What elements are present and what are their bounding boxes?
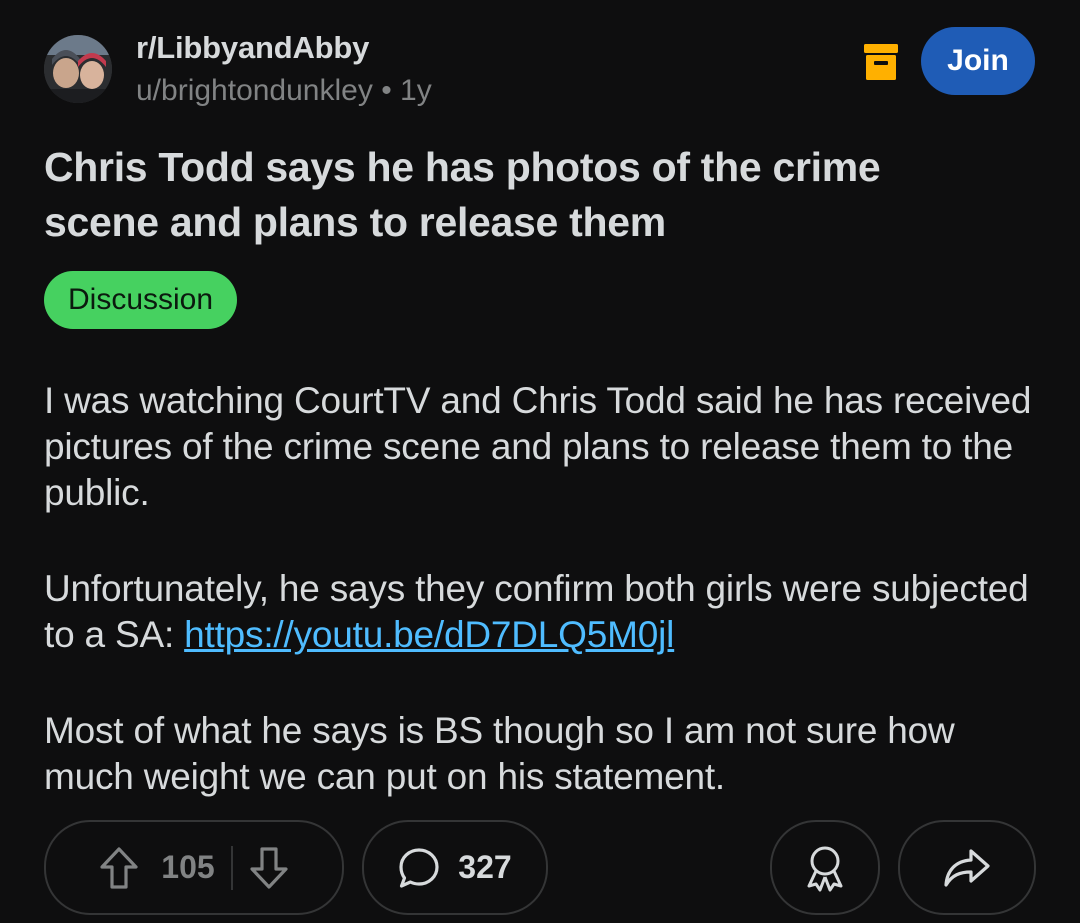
- post-body: I was watching CourtTV and Chris Todd sa…: [44, 378, 1044, 850]
- share-arrow-icon: [943, 847, 991, 889]
- archive-box-icon: [864, 44, 898, 80]
- post-meta: u/brightondunkley • 1y: [136, 74, 432, 108]
- body-paragraph: Unfortunately, he says they confirm both…: [44, 566, 1044, 658]
- meta-separator: •: [381, 74, 392, 107]
- comment-count: 327: [458, 849, 512, 885]
- post-title[interactable]: Chris Todd says he has photos of the cri…: [44, 140, 1004, 250]
- post-age: 1y: [400, 74, 432, 107]
- upvote-arrow-icon[interactable]: [99, 846, 139, 890]
- share-button[interactable]: [898, 820, 1036, 915]
- vote-divider: [230, 845, 233, 890]
- speech-bubble-icon: [398, 847, 440, 889]
- award-button[interactable]: [770, 820, 880, 915]
- post-flair[interactable]: Discussion: [44, 271, 238, 329]
- body-paragraph: Most of what he says is BS though so I a…: [44, 710, 955, 797]
- join-button[interactable]: Join: [921, 27, 1035, 95]
- action-bar: 105 327: [44, 820, 1036, 915]
- subreddit-name[interactable]: r/LibbyandAbby: [136, 30, 369, 66]
- vote-control: 105: [44, 820, 344, 915]
- author-name[interactable]: u/brightondunkley: [136, 74, 373, 107]
- post-header: r/LibbyandAbby u/brightondunkley • 1y Jo…: [44, 27, 1036, 110]
- body-paragraph: I was watching CourtTV and Chris Todd sa…: [44, 380, 1032, 513]
- vote-count: 105: [161, 849, 215, 885]
- downvote-arrow-icon[interactable]: [249, 846, 289, 890]
- award-ribbon-icon: [803, 844, 847, 892]
- subreddit-avatar[interactable]: [44, 35, 112, 103]
- youtube-link[interactable]: https://youtu.be/dD7DLQ5M0jl: [184, 614, 674, 655]
- comments-button[interactable]: 327: [362, 820, 548, 915]
